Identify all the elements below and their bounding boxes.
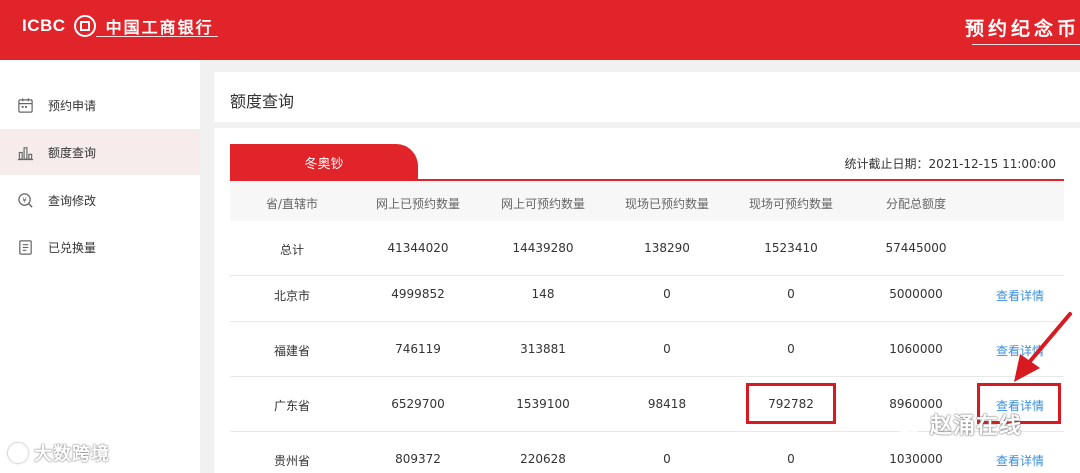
- cell-province: 北京市: [273, 289, 311, 303]
- watermark-right: 赵涌在线: [892, 408, 1022, 440]
- cell-online-available: 220628: [520, 452, 566, 466]
- table-header: 省/直辖市 网上已预约数量 网上可预约数量 现场已预约数量 现场可预约数量 分配…: [230, 181, 1064, 221]
- column-header-onsite-available: 现场可预约数量: [748, 197, 834, 211]
- cell-total-quota: 1060000: [889, 342, 943, 356]
- cell-onsite-available: 0: [787, 452, 795, 466]
- sidebar-item-label: 查询修改: [48, 193, 97, 208]
- cell-province: 总计: [279, 243, 305, 257]
- coin-search-icon: ¥: [16, 191, 34, 209]
- brand-underline: [96, 36, 218, 37]
- table-row: 福建省 746119 313881 0 0 1060000 查看详情: [230, 322, 1064, 377]
- cell-onsite-booked: 0: [663, 287, 671, 301]
- calendar-icon: [16, 96, 34, 114]
- cell-total-quota: 57445000: [885, 241, 947, 255]
- svg-text:¥: ¥: [22, 196, 26, 204]
- sidebar-item-label: 已兑换量: [48, 240, 97, 255]
- cell-province: 广东省: [273, 399, 311, 413]
- brand-cn-name: 中国工商银行: [105, 18, 214, 37]
- cell-province: 福建省: [273, 344, 311, 358]
- cell-online-booked: 6529700: [391, 397, 445, 411]
- view-details-link[interactable]: 查看详情: [996, 452, 1044, 469]
- cell-onsite-booked: 138290: [644, 241, 690, 255]
- wechat-icon: [892, 414, 920, 434]
- column-header-province: 省/直辖市: [265, 197, 319, 211]
- cell-online-booked: 4999852: [391, 287, 445, 301]
- sidebar-item-label: 预约申请: [48, 98, 97, 113]
- cell-onsite-booked: 98418: [647, 397, 687, 411]
- sidebar-item-reservation[interactable]: 预约申请: [0, 82, 200, 128]
- cell-onsite-booked: 0: [663, 452, 671, 466]
- brand-en-logo: ICBC: [22, 16, 66, 35]
- cell-onsite-available: 0: [787, 342, 795, 356]
- sidebar-item-exchanged[interactable]: 已兑换量: [0, 224, 200, 270]
- ledger-icon: [16, 238, 34, 256]
- red-arrow-icon: [1014, 312, 1072, 382]
- bar-chart-icon: [16, 143, 34, 161]
- column-header-total-quota: 分配总额度: [885, 197, 947, 211]
- column-header-online-available: 网上可预约数量: [500, 197, 586, 211]
- view-details-link[interactable]: 查看详情: [996, 287, 1044, 304]
- cell-onsite-booked: 0: [663, 342, 671, 356]
- cell-online-available: 1539100: [516, 397, 570, 411]
- cell-online-booked: 41344020: [387, 241, 449, 255]
- watermark-logo-icon: [8, 443, 28, 463]
- header-section-title: 预约纪念币: [964, 18, 1080, 40]
- column-header-online-booked: 网上已预约数量: [375, 197, 461, 211]
- cell-province: 贵州省: [273, 454, 311, 468]
- icbc-logo-icon: [73, 15, 96, 37]
- cell-online-available: 148: [531, 287, 555, 301]
- sidebar: 预约申请 额度查询 ¥ 查询修改 已兑换量: [0, 60, 200, 473]
- bank-brand[interactable]: ICBC 中国工商银行: [22, 14, 214, 38]
- sidebar-item-quota-query[interactable]: 额度查询: [0, 129, 200, 175]
- cell-onsite-available: 0: [787, 287, 795, 301]
- cell-online-booked: 746119: [395, 342, 441, 356]
- header-title-underline: [972, 44, 1080, 45]
- tab-winter-olympics-note[interactable]: 冬奥钞: [230, 144, 418, 180]
- cell-onsite-available: 1523410: [764, 241, 818, 255]
- stat-cutoff-date: 统计截止日期：2021-12-15 11:00:00: [844, 157, 1056, 171]
- cell-online-available: 313881: [520, 342, 566, 356]
- sidebar-item-label: 额度查询: [48, 145, 97, 160]
- column-header-onsite-booked: 现场已预约数量: [624, 197, 710, 211]
- cell-total-quota: 5000000: [889, 287, 943, 301]
- top-header: ICBC 中国工商银行 预约纪念币: [0, 0, 1080, 60]
- table-row: 北京市 4999852 148 0 0 5000000 查看详情: [230, 267, 1064, 322]
- cell-online-available: 14439280: [512, 241, 574, 255]
- sidebar-item-modify[interactable]: ¥ 查询修改: [0, 177, 200, 223]
- watermark-left: 大数跨境: [8, 440, 110, 466]
- page-title: 额度查询: [230, 92, 295, 111]
- cell-total-quota: 1030000: [889, 452, 943, 466]
- watermark-right-text: 赵涌在线: [930, 414, 1023, 439]
- watermark-left-text: 大数跨境: [34, 444, 110, 465]
- highlight-box-onsite-available: [746, 383, 836, 424]
- page-title-panel: 额度查询: [214, 72, 1080, 122]
- cell-online-booked: 809372: [395, 452, 441, 466]
